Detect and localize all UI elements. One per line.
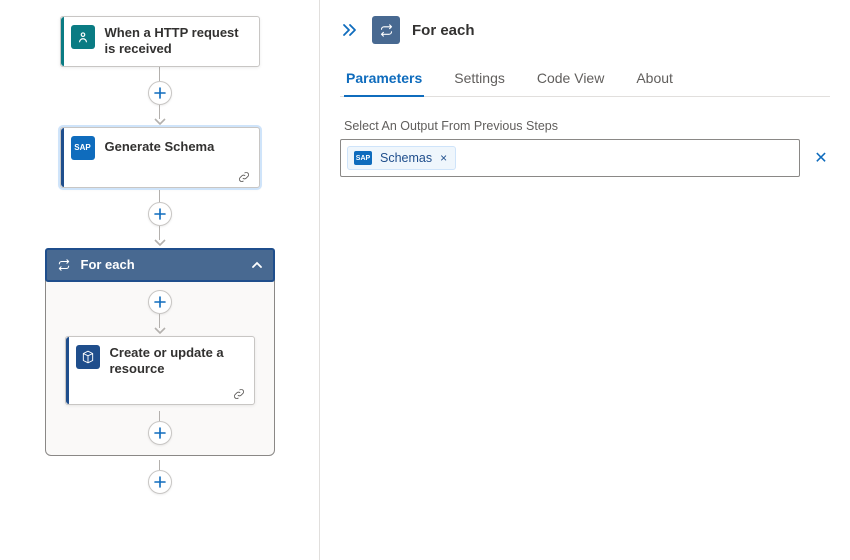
for-each-header[interactable]: For each	[45, 248, 275, 282]
token-remove-button[interactable]: ×	[440, 152, 447, 164]
chevron-up-icon[interactable]	[251, 259, 263, 271]
node-create-resource[interactable]: Create or update a resource	[65, 336, 255, 406]
sap-icon: SAP	[354, 151, 372, 165]
output-selector-input[interactable]: SAP Schemas ×	[340, 139, 800, 177]
node-accent	[61, 17, 64, 66]
arrow-down-icon	[154, 238, 166, 248]
tab-code-view[interactable]: Code View	[535, 62, 606, 96]
node-label: When a HTTP request is received	[105, 25, 249, 58]
designer-canvas: When a HTTP request is received SAP Gene…	[0, 0, 320, 560]
panel-tabs: Parameters Settings Code View About	[340, 62, 830, 97]
link-icon	[232, 387, 246, 401]
loop-icon	[372, 16, 400, 44]
output-field-label: Select An Output From Previous Steps	[344, 119, 830, 133]
sap-icon: SAP	[71, 136, 95, 160]
node-label: Generate Schema	[105, 139, 215, 155]
tab-settings[interactable]: Settings	[452, 62, 507, 96]
loop-icon	[57, 258, 71, 272]
connector	[148, 460, 172, 494]
details-panel: For each Parameters Settings Code View A…	[320, 0, 850, 560]
arrow-down-icon	[154, 117, 166, 127]
tab-about[interactable]: About	[634, 62, 675, 96]
cube-icon	[76, 345, 100, 369]
add-step-button[interactable]	[148, 202, 172, 226]
node-for-each-container[interactable]: For each Create or update a resource	[45, 248, 275, 457]
add-step-button[interactable]	[148, 470, 172, 494]
link-icon	[237, 170, 251, 184]
add-step-button[interactable]	[148, 421, 172, 445]
node-accent	[61, 128, 64, 187]
node-generate-schema[interactable]: SAP Generate Schema	[60, 127, 260, 188]
connector	[46, 290, 274, 336]
arrow-down-icon	[154, 326, 166, 336]
token-schemas[interactable]: SAP Schemas ×	[347, 146, 456, 170]
connector	[46, 411, 274, 445]
connector	[148, 188, 172, 248]
collapse-panel-button[interactable]	[340, 19, 360, 41]
token-label: Schemas	[380, 151, 432, 165]
tab-parameters[interactable]: Parameters	[344, 62, 424, 96]
node-accent	[66, 337, 69, 405]
clear-field-button[interactable]: ✕	[812, 148, 830, 168]
connector	[148, 67, 172, 127]
node-http-trigger[interactable]: When a HTTP request is received	[60, 16, 260, 67]
add-step-button[interactable]	[148, 290, 172, 314]
node-label: Create or update a resource	[110, 345, 244, 378]
for-each-label: For each	[81, 257, 135, 272]
panel-title: For each	[412, 22, 475, 39]
add-step-button[interactable]	[148, 81, 172, 105]
http-receive-icon	[71, 25, 95, 49]
